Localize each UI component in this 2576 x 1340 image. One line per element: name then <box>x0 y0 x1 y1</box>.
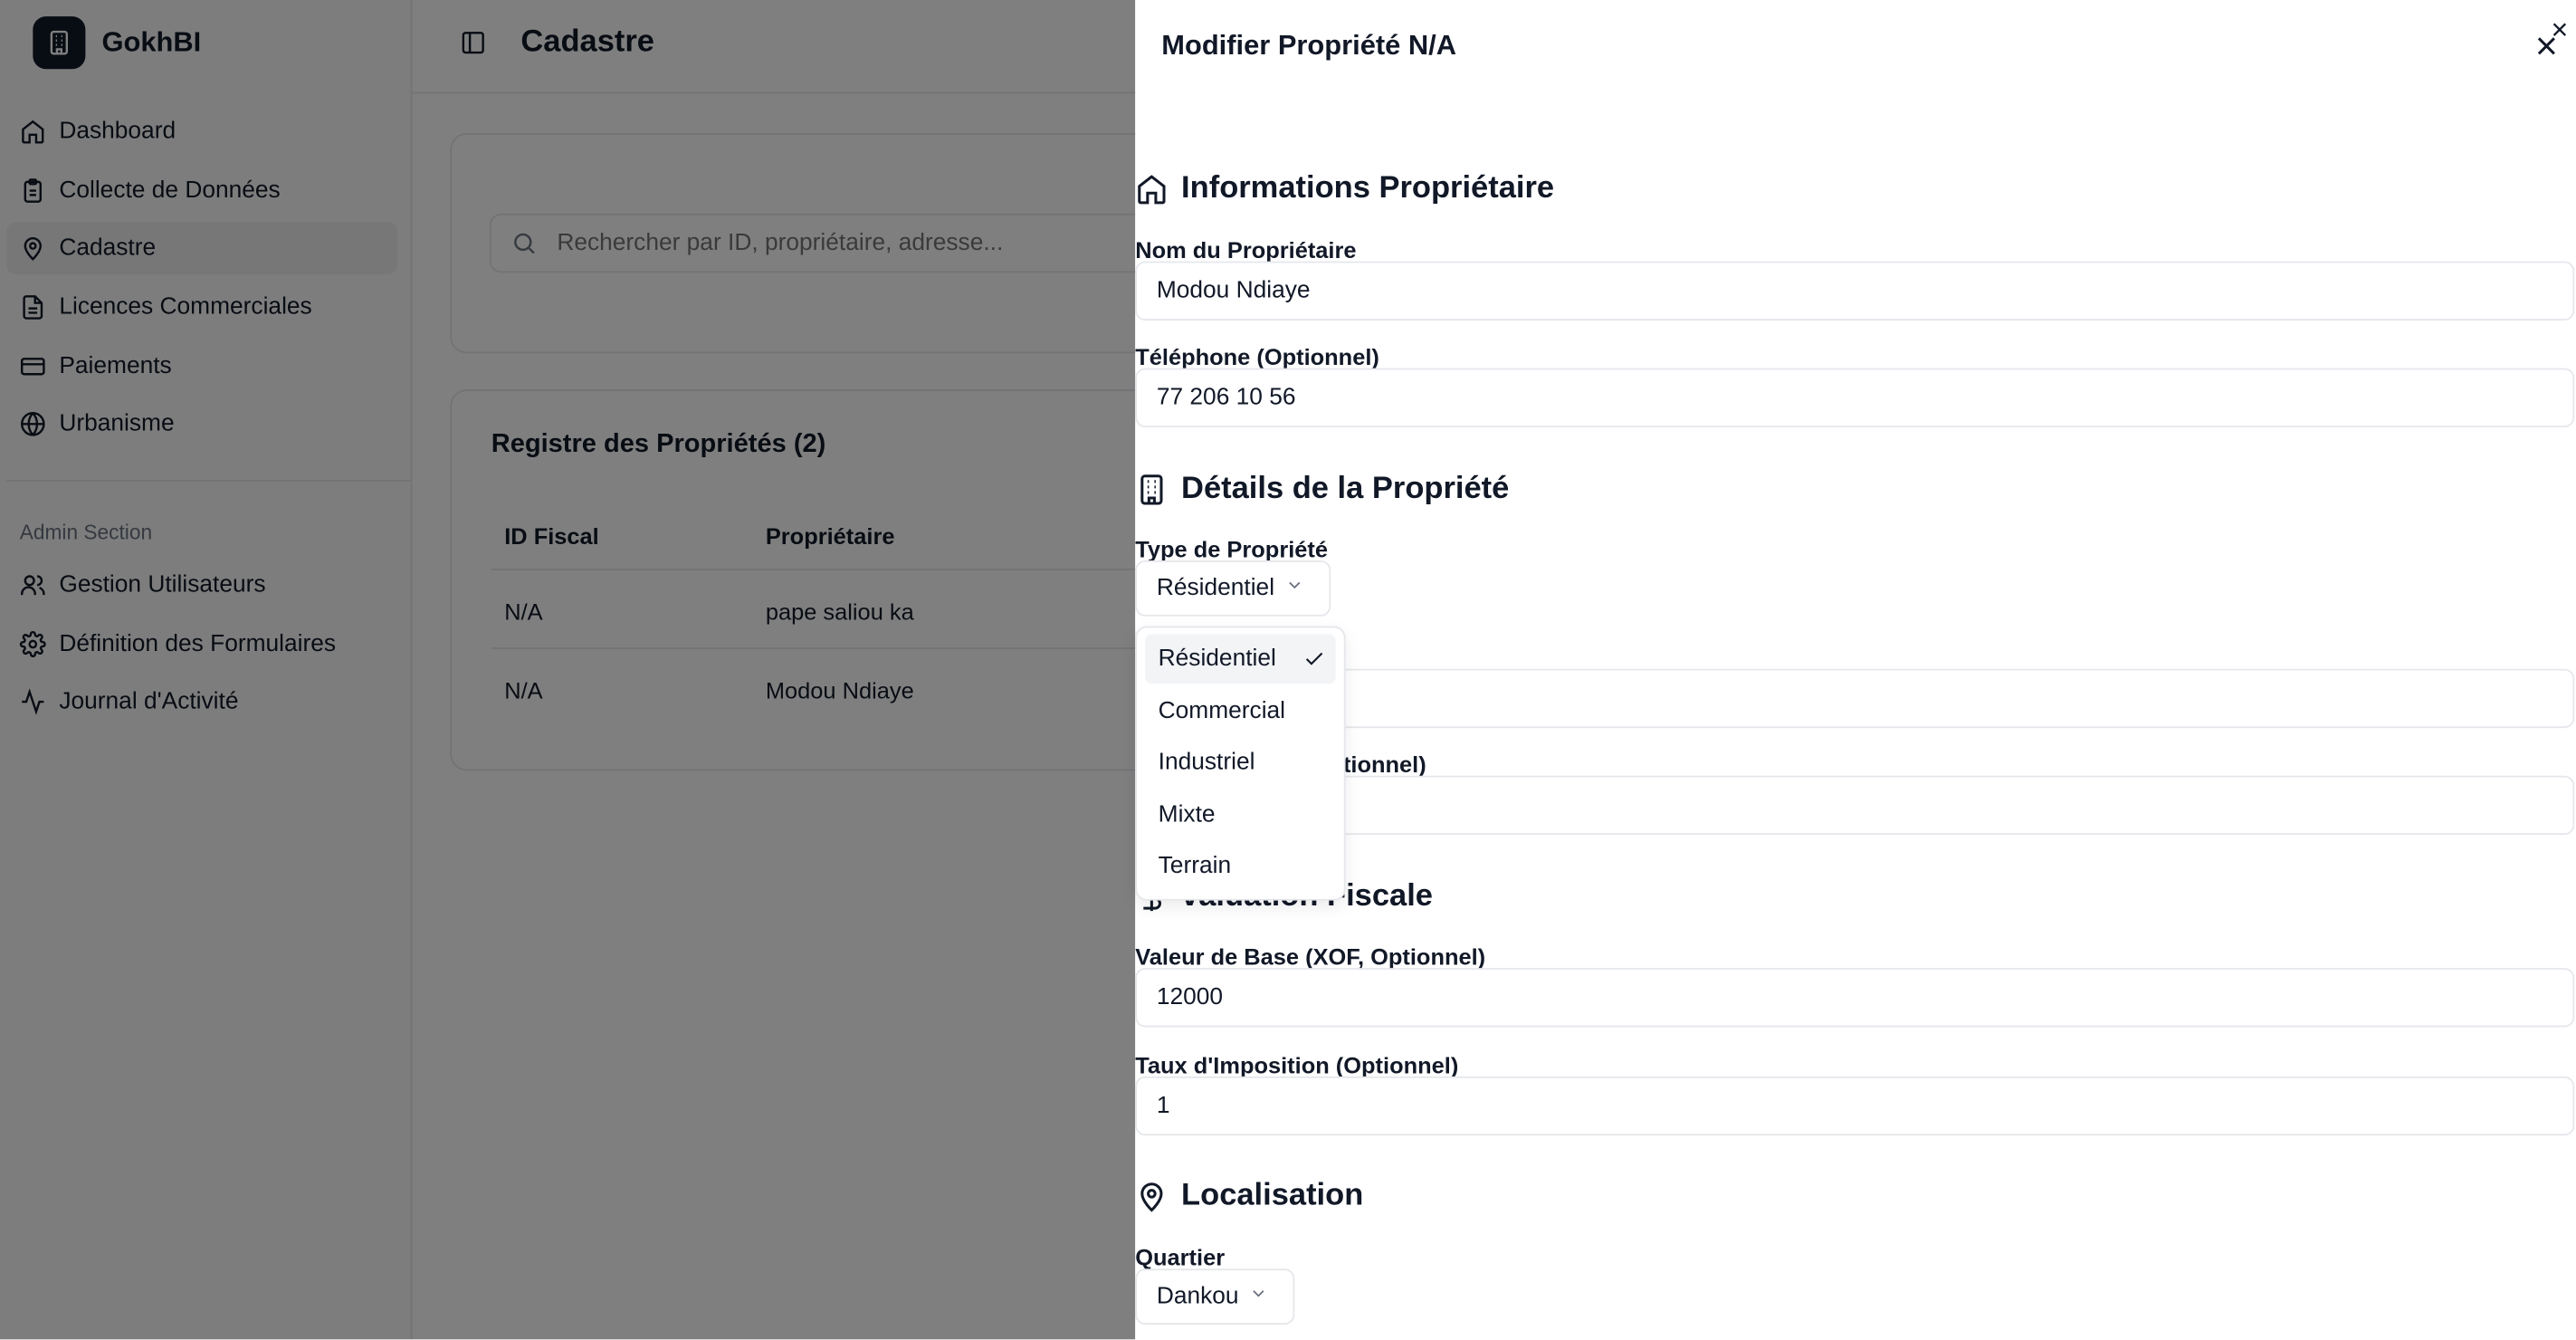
modal-overlay[interactable] <box>0 0 1136 1340</box>
property-type-label: Type de Propriété <box>1135 535 1328 562</box>
base-value-label: Valeur de Base (XOF, Optionnel) <box>1135 943 1486 970</box>
panel-title: Modifier Propriété N/A <box>1161 29 1457 62</box>
base-value-field[interactable]: 12000 <box>1135 968 2575 1028</box>
chevron-down-icon <box>1248 1284 1268 1310</box>
section-title: Détails de la Propriété <box>1181 471 1510 507</box>
section-details: Détails de la Propriété <box>1135 472 1509 508</box>
dropdown-option-mixte[interactable]: Mixte <box>1145 790 1336 839</box>
map-pin-icon <box>1135 1180 1168 1212</box>
owner-name-field[interactable]: Modou Ndiaye <box>1135 261 2575 321</box>
option-label: Mixte <box>1158 801 1216 828</box>
tax-rate-field[interactable]: 1 <box>1135 1076 2575 1136</box>
edit-property-panel: Modifier Propriété N/A Informations Prop… <box>1135 0 2576 1340</box>
dropdown-option-residentiel[interactable]: Résidentiel <box>1145 634 1336 684</box>
phone-field[interactable]: 77 206 10 56 <box>1135 368 2575 427</box>
quartier-label: Quartier <box>1135 1244 1226 1271</box>
property-type-select[interactable]: Résidentiel <box>1135 560 1331 617</box>
option-label: Résidentiel <box>1158 646 1276 673</box>
select-value: Dankou <box>1156 1283 1239 1310</box>
property-type-dropdown: Résidentiel Commercial Industriel Mixte … <box>1135 626 1346 901</box>
field-value: Modou Ndiaye <box>1156 277 1311 304</box>
dropdown-option-industriel[interactable]: Industriel <box>1145 738 1336 787</box>
tax-rate-label: Taux d'Imposition (Optionnel) <box>1135 1051 1459 1078</box>
option-label: Industriel <box>1158 749 1255 776</box>
field-value: 77 206 10 56 <box>1156 384 1296 411</box>
check-icon <box>1302 647 1325 670</box>
select-value: Résidentiel <box>1156 575 1275 602</box>
chevron-down-icon <box>1284 575 1304 601</box>
phone-label: Téléphone (Optionnel) <box>1135 343 1379 370</box>
dropdown-option-commercial[interactable]: Commercial <box>1145 687 1336 736</box>
section-location: Localisation <box>1135 1178 1363 1214</box>
section-title: Informations Propriétaire <box>1181 170 1555 206</box>
owner-name-label: Nom du Propriétaire <box>1135 236 1357 263</box>
section-owner: Informations Propriétaire <box>1135 171 1554 207</box>
option-label: Commercial <box>1158 698 1286 725</box>
field-value: 12000 <box>1156 984 1224 1011</box>
option-label: Terrain <box>1158 853 1232 880</box>
building-icon <box>1135 474 1168 506</box>
field-value: 1 <box>1156 1093 1170 1120</box>
close-icon[interactable] <box>2533 33 2560 59</box>
quartier-select[interactable]: Dankou <box>1135 1268 1295 1325</box>
dropdown-option-terrain[interactable]: Terrain <box>1145 841 1336 890</box>
section-title: Localisation <box>1181 1178 1364 1213</box>
home-icon <box>1135 173 1168 206</box>
text-field[interactable] <box>1135 775 2575 836</box>
text-field[interactable] <box>1135 668 2575 729</box>
